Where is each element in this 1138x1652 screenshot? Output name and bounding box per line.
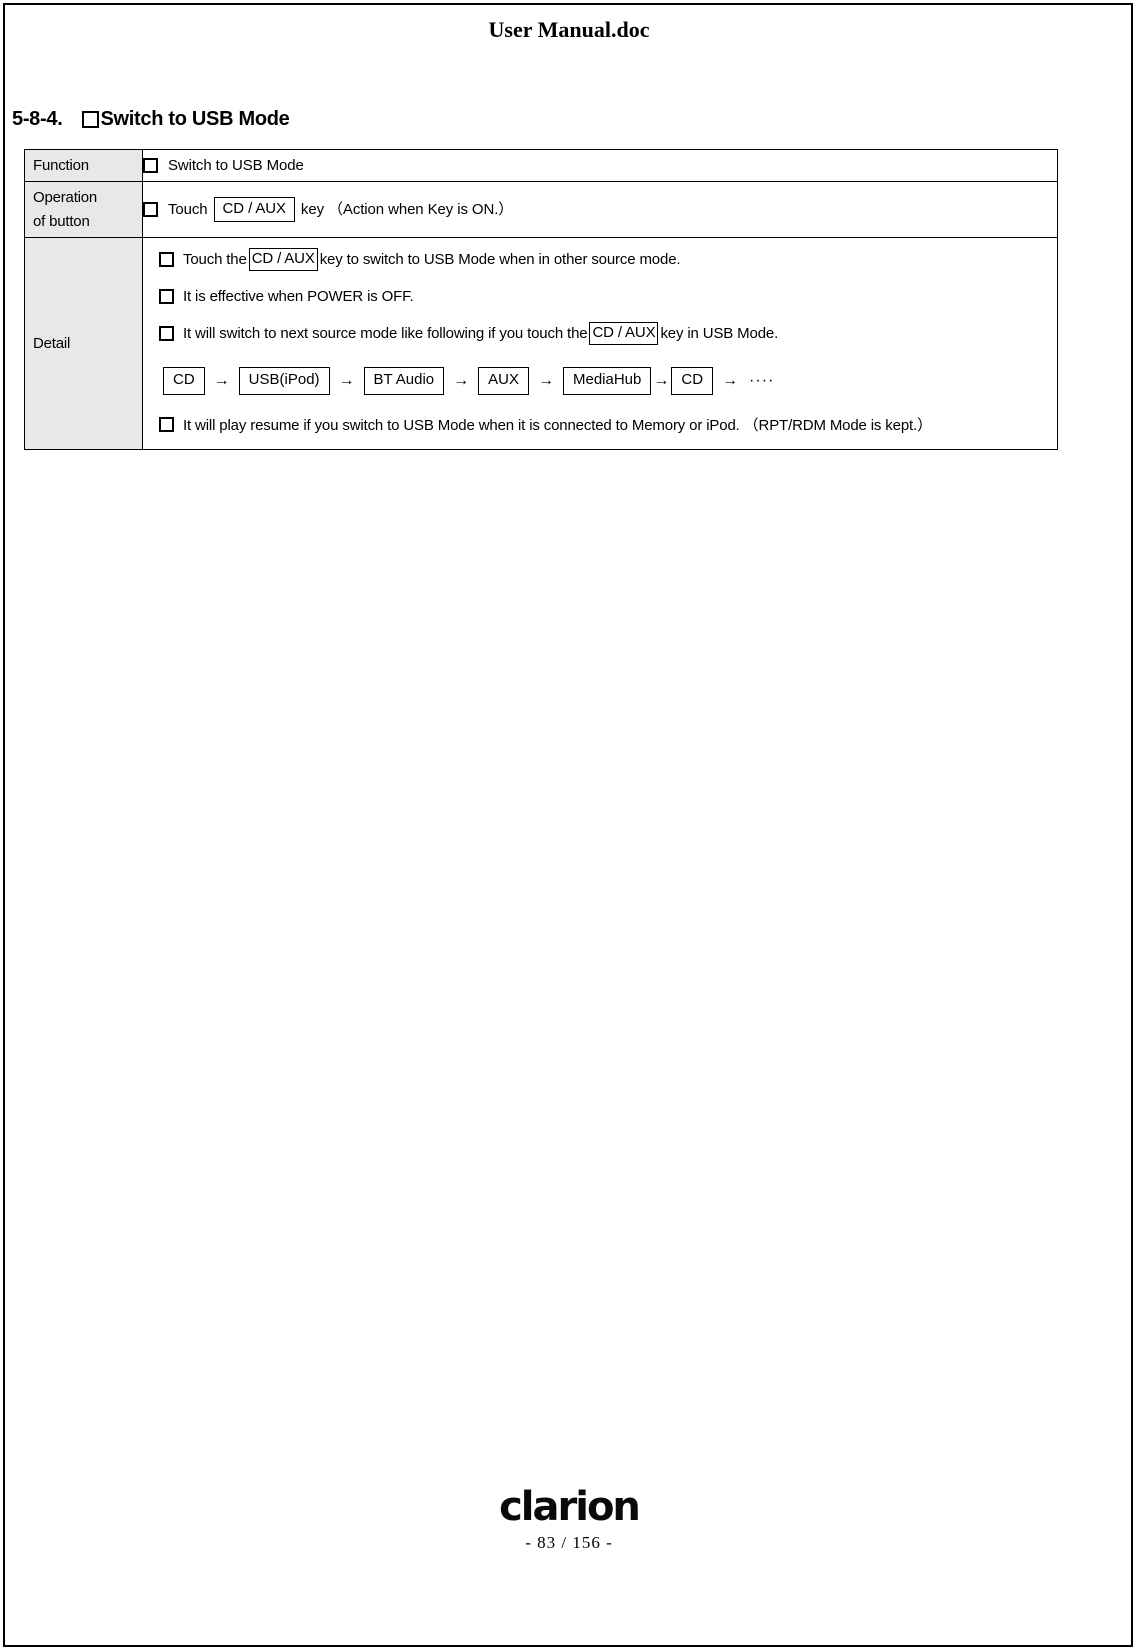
- flow-step-usb-ipod: USB(iPod): [238, 367, 330, 395]
- detail-line-3: It will switch to next source mode like …: [159, 322, 1049, 346]
- row-content-function: Switch to USB Mode: [142, 148, 1058, 183]
- row-label-detail: Detail: [24, 236, 143, 450]
- detail-line-2: It is effective when POWER is OFF.: [159, 288, 1049, 305]
- flow-arrow-icon: →: [653, 371, 670, 389]
- empty-checkbox-icon: [82, 111, 100, 128]
- flow-arrow-icon: →: [338, 371, 355, 389]
- detail-line-3-before: It will switch to next source mode like …: [183, 325, 588, 343]
- detail-line-3-after: key in USB Mode.: [660, 325, 779, 343]
- section-heading-text: Switch to USB Mode: [100, 108, 290, 130]
- flow-arrow-icon: →: [213, 371, 230, 389]
- row-content-detail: Touch the CD / AUX key to switch to USB …: [142, 236, 1058, 450]
- row-label-operation: Operation of button: [24, 181, 143, 238]
- empty-checkbox-icon: [159, 251, 174, 267]
- operation-text-after: key （Action when Key is ON.）: [300, 200, 514, 218]
- page-footer: clarion - 83 / 156 -: [0, 1487, 1138, 1553]
- row-label-operation-line2: of button: [33, 212, 90, 230]
- detail-line-1-before: Touch the: [183, 250, 247, 268]
- empty-checkbox-icon: [159, 289, 174, 304]
- flow-arrow-icon: →: [453, 371, 470, 389]
- table-row-operation: Operation of button Touch CD / AUX key （…: [24, 181, 1058, 238]
- key-button-cd-aux: CD / AUX: [589, 322, 659, 346]
- table-row-detail: Detail Touch the CD / AUX key to switch …: [24, 236, 1058, 450]
- detail-line-1: Touch the CD / AUX key to switch to USB …: [159, 247, 1049, 271]
- detail-line-1-after: key to switch to USB Mode when in other …: [319, 250, 681, 268]
- function-line: Switch to USB Mode: [143, 154, 1057, 178]
- empty-checkbox-icon: [143, 202, 158, 217]
- detail-body: Touch the CD / AUX key to switch to USB …: [143, 238, 1057, 449]
- empty-checkbox-icon: [143, 158, 158, 174]
- section-heading: 5-8-4. Switch to USB Mode: [12, 108, 290, 131]
- detail-line-4-text: It will play resume if you switch to USB…: [183, 416, 932, 434]
- document-page: User Manual.doc 5-8-4. Switch to USB Mod…: [0, 0, 1138, 1652]
- document-header-title: User Manual.doc: [488, 17, 650, 42]
- key-button-cd-aux: CD / AUX: [248, 247, 318, 271]
- clarion-logo: clarion: [499, 1484, 641, 1530]
- flow-step-bt-audio: BT Audio: [363, 367, 445, 395]
- operation-line: Touch CD / AUX key （Action when Key is O…: [143, 196, 1057, 223]
- row-label-function: Function: [24, 148, 143, 183]
- source-mode-flow-diagram: CD → USB(iPod) → BT Audio → AUX → MediaH…: [163, 367, 1049, 395]
- empty-checkbox-icon: [159, 326, 174, 342]
- section-number: 5-8-4.: [12, 108, 63, 130]
- specification-table: Function Switch to USB Mode Operation of…: [24, 148, 1058, 450]
- page-number: - 83 / 156 -: [525, 1533, 613, 1552]
- empty-checkbox-icon: [159, 416, 174, 432]
- flow-arrow-icon: →: [722, 371, 739, 389]
- row-label-operation-line1: Operation: [33, 189, 98, 207]
- row-content-operation: Touch CD / AUX key （Action when Key is O…: [142, 181, 1058, 238]
- key-button-cd-aux: CD / AUX: [213, 196, 295, 223]
- flow-arrow-icon: →: [537, 371, 554, 389]
- operation-text-before: Touch: [168, 200, 208, 218]
- flow-step-mediahub: MediaHub: [562, 367, 652, 395]
- flow-step-aux: AUX: [478, 367, 529, 395]
- table-row-function: Function Switch to USB Mode: [24, 148, 1058, 183]
- function-text: Switch to USB Mode: [168, 156, 304, 174]
- detail-line-2-text: It is effective when POWER is OFF.: [183, 288, 414, 305]
- detail-line-4: It will play resume if you switch to USB…: [159, 414, 1049, 435]
- flow-step-cd: CD: [163, 367, 205, 395]
- flow-step-cd-loop: CD: [671, 367, 714, 395]
- flow-continuation-dots: ····: [749, 371, 775, 389]
